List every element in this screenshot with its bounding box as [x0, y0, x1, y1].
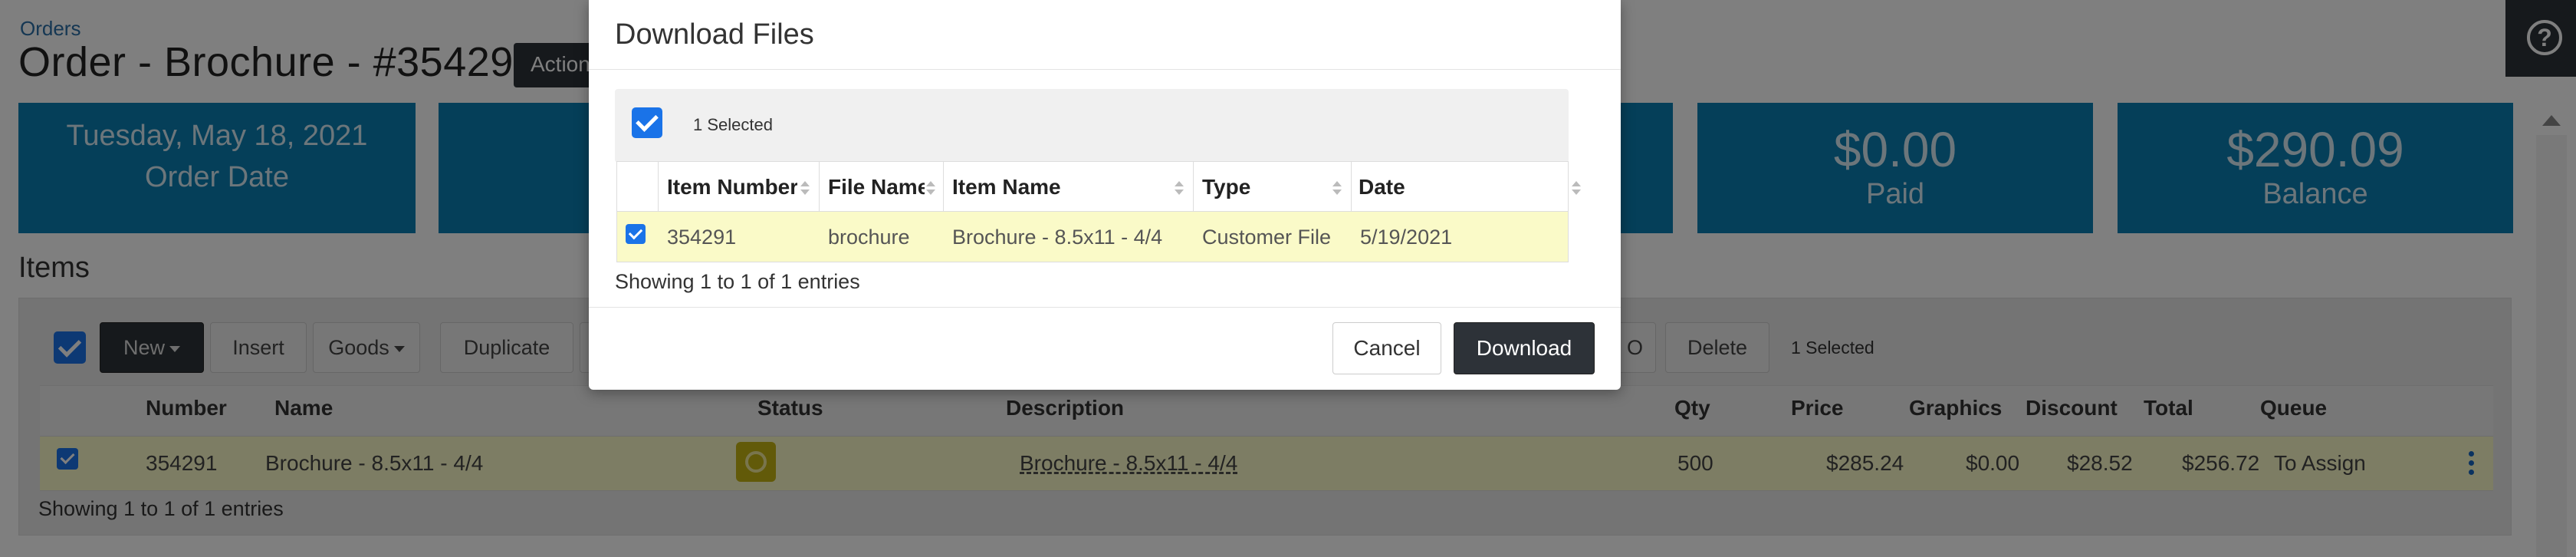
modal-header-divider	[589, 69, 1621, 70]
modal-row-item-name: Brochure - 8.5x11 - 4/4	[952, 226, 1163, 249]
modal-row-item-number: 354291	[667, 226, 737, 249]
cancel-button[interactable]: Cancel	[1332, 322, 1441, 374]
sort-icon[interactable]	[800, 181, 810, 196]
modal-selected-count: 1 Selected	[693, 115, 773, 134]
modal-row-file-name: brochure	[828, 226, 910, 249]
sort-icon[interactable]	[1572, 181, 1581, 196]
modal-col-item-name[interactable]: Item Name	[952, 175, 1167, 199]
modal-row-date: 5/19/2021	[1360, 226, 1453, 249]
sort-icon[interactable]	[1175, 181, 1184, 196]
modal-row-type: Customer File	[1202, 226, 1332, 249]
modal-row-checkbox[interactable]	[626, 224, 646, 244]
modal-col-date[interactable]: Date	[1359, 175, 1512, 199]
modal-select-all-checkbox[interactable]	[632, 107, 662, 138]
modal-col-item-number[interactable]: Item Number	[667, 175, 797, 199]
modal-col-type[interactable]: Type	[1202, 175, 1325, 199]
modal-col-file-name[interactable]: File Name	[828, 175, 925, 199]
sort-icon[interactable]	[926, 181, 935, 196]
modal-table-info: Showing 1 to 1 of 1 entries	[615, 270, 860, 293]
modal-footer-divider	[589, 307, 1621, 308]
download-button[interactable]: Download	[1454, 322, 1595, 374]
modal-title: Download Files	[615, 18, 814, 51]
sort-icon[interactable]	[1332, 181, 1342, 196]
